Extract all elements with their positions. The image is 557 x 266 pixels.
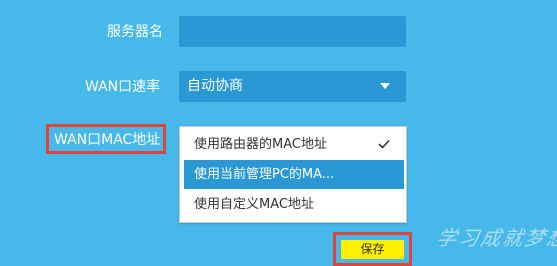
check-icon [378,139,390,149]
save-button-highlight: 保存 [333,232,412,266]
caret-down-icon [380,83,390,89]
wan-speed-value: 自动协商 [187,78,243,94]
wan-speed-select[interactable]: 自动协商 [179,71,406,102]
watermark: 学习成就梦想 [434,226,557,250]
mac-option-current-pc-label: 使用当前管理PC的MA... [194,167,335,182]
wan-mac-label: WAN口MAC地址 [54,132,161,148]
wan-mac-label-highlight: WAN口MAC地址 [46,124,166,154]
mac-option-current-pc[interactable]: 使用当前管理PC的MA... [184,160,404,189]
mac-option-custom-label: 使用自定义MAC地址 [194,197,314,212]
save-button[interactable]: 保存 [341,240,404,259]
server-name-label: 服务器名 [107,24,163,40]
mac-option-router[interactable]: 使用路由器的MAC地址 [180,130,406,159]
wan-mac-dropdown[interactable]: 使用路由器的MAC地址 使用当前管理PC的MA... 使用自定义MAC地址 [179,126,407,223]
wan-speed-label: WAN口速率 [85,79,161,95]
mac-option-router-label: 使用路由器的MAC地址 [194,137,327,152]
server-name-input[interactable] [179,16,406,47]
mac-option-custom[interactable]: 使用自定义MAC地址 [180,190,406,219]
